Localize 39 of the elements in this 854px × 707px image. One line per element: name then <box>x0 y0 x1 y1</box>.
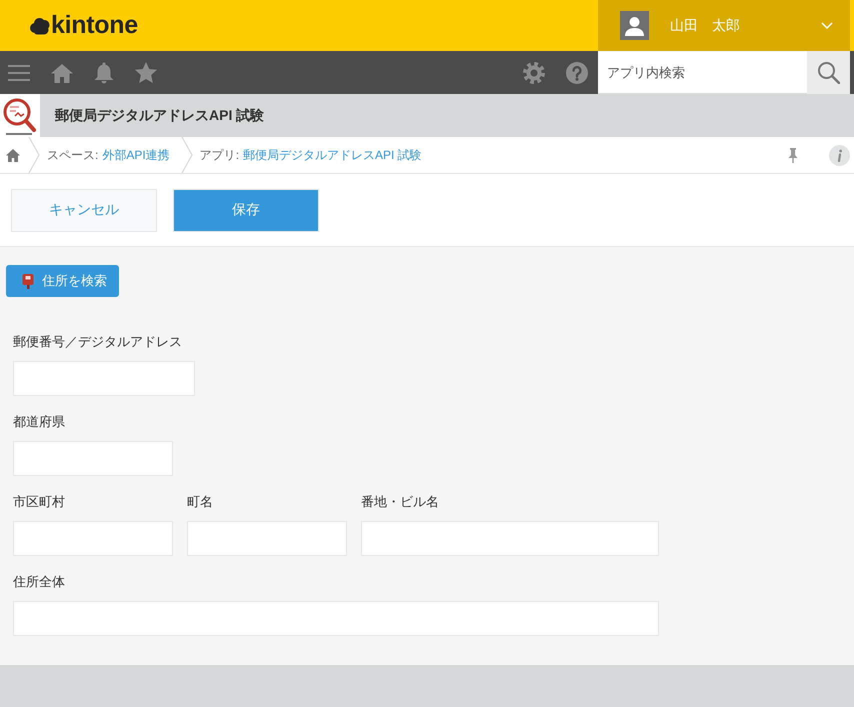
input-field[interactable] <box>13 361 195 396</box>
cloud-icon <box>29 16 50 34</box>
input-field[interactable] <box>361 521 659 556</box>
save-button[interactable]: 保存 <box>173 188 319 232</box>
breadcrumb-link[interactable]: 郵便局デジタルアドレスAPI 試験 <box>243 146 422 164</box>
info-icon[interactable] <box>829 144 850 166</box>
help-icon[interactable] <box>566 62 588 84</box>
pin-icon[interactable] <box>788 148 798 162</box>
input-field[interactable] <box>13 521 173 556</box>
bell-icon[interactable] <box>94 62 114 84</box>
home-icon[interactable] <box>6 148 20 162</box>
search-button[interactable] <box>807 51 850 94</box>
field-label: 住所全体 <box>13 573 65 591</box>
menu-icon[interactable] <box>8 64 30 82</box>
search-field[interactable]: アプリ内検索 <box>598 51 807 94</box>
chevron-icon <box>28 137 40 173</box>
field-label: 市区町村 <box>13 493 65 511</box>
home-icon[interactable] <box>51 62 73 82</box>
logo-text: kintone <box>51 13 138 38</box>
breadcrumb-label: アプリ: <box>200 146 240 164</box>
cancel-button[interactable]: キャンセル <box>11 188 157 232</box>
chevron-down-icon <box>821 22 833 29</box>
field-label: 郵便番号／デジタルアドレス <box>13 333 182 351</box>
search-icon <box>817 61 840 84</box>
field-label: 都道府県 <box>13 413 65 431</box>
field-label: 町名 <box>187 493 213 511</box>
input-field[interactable] <box>13 441 173 476</box>
mailbox-icon <box>22 274 34 288</box>
input-field[interactable] <box>13 601 659 636</box>
app-title: 郵便局デジタルアドレスAPI 試験 <box>55 106 264 124</box>
field-label: 番地・ビル名 <box>361 493 439 511</box>
settings-icon[interactable] <box>523 62 545 84</box>
input-field[interactable] <box>187 521 347 556</box>
address-search-button[interactable]: 住所を検索 <box>6 265 119 297</box>
breadcrumb-link[interactable]: 外部API連携 <box>102 146 170 164</box>
breadcrumb-label: スペース: <box>47 146 98 164</box>
star-icon[interactable] <box>135 62 157 83</box>
user-menu-button[interactable]: 山田 太郎 <box>598 0 850 51</box>
avatar-icon <box>620 11 649 40</box>
